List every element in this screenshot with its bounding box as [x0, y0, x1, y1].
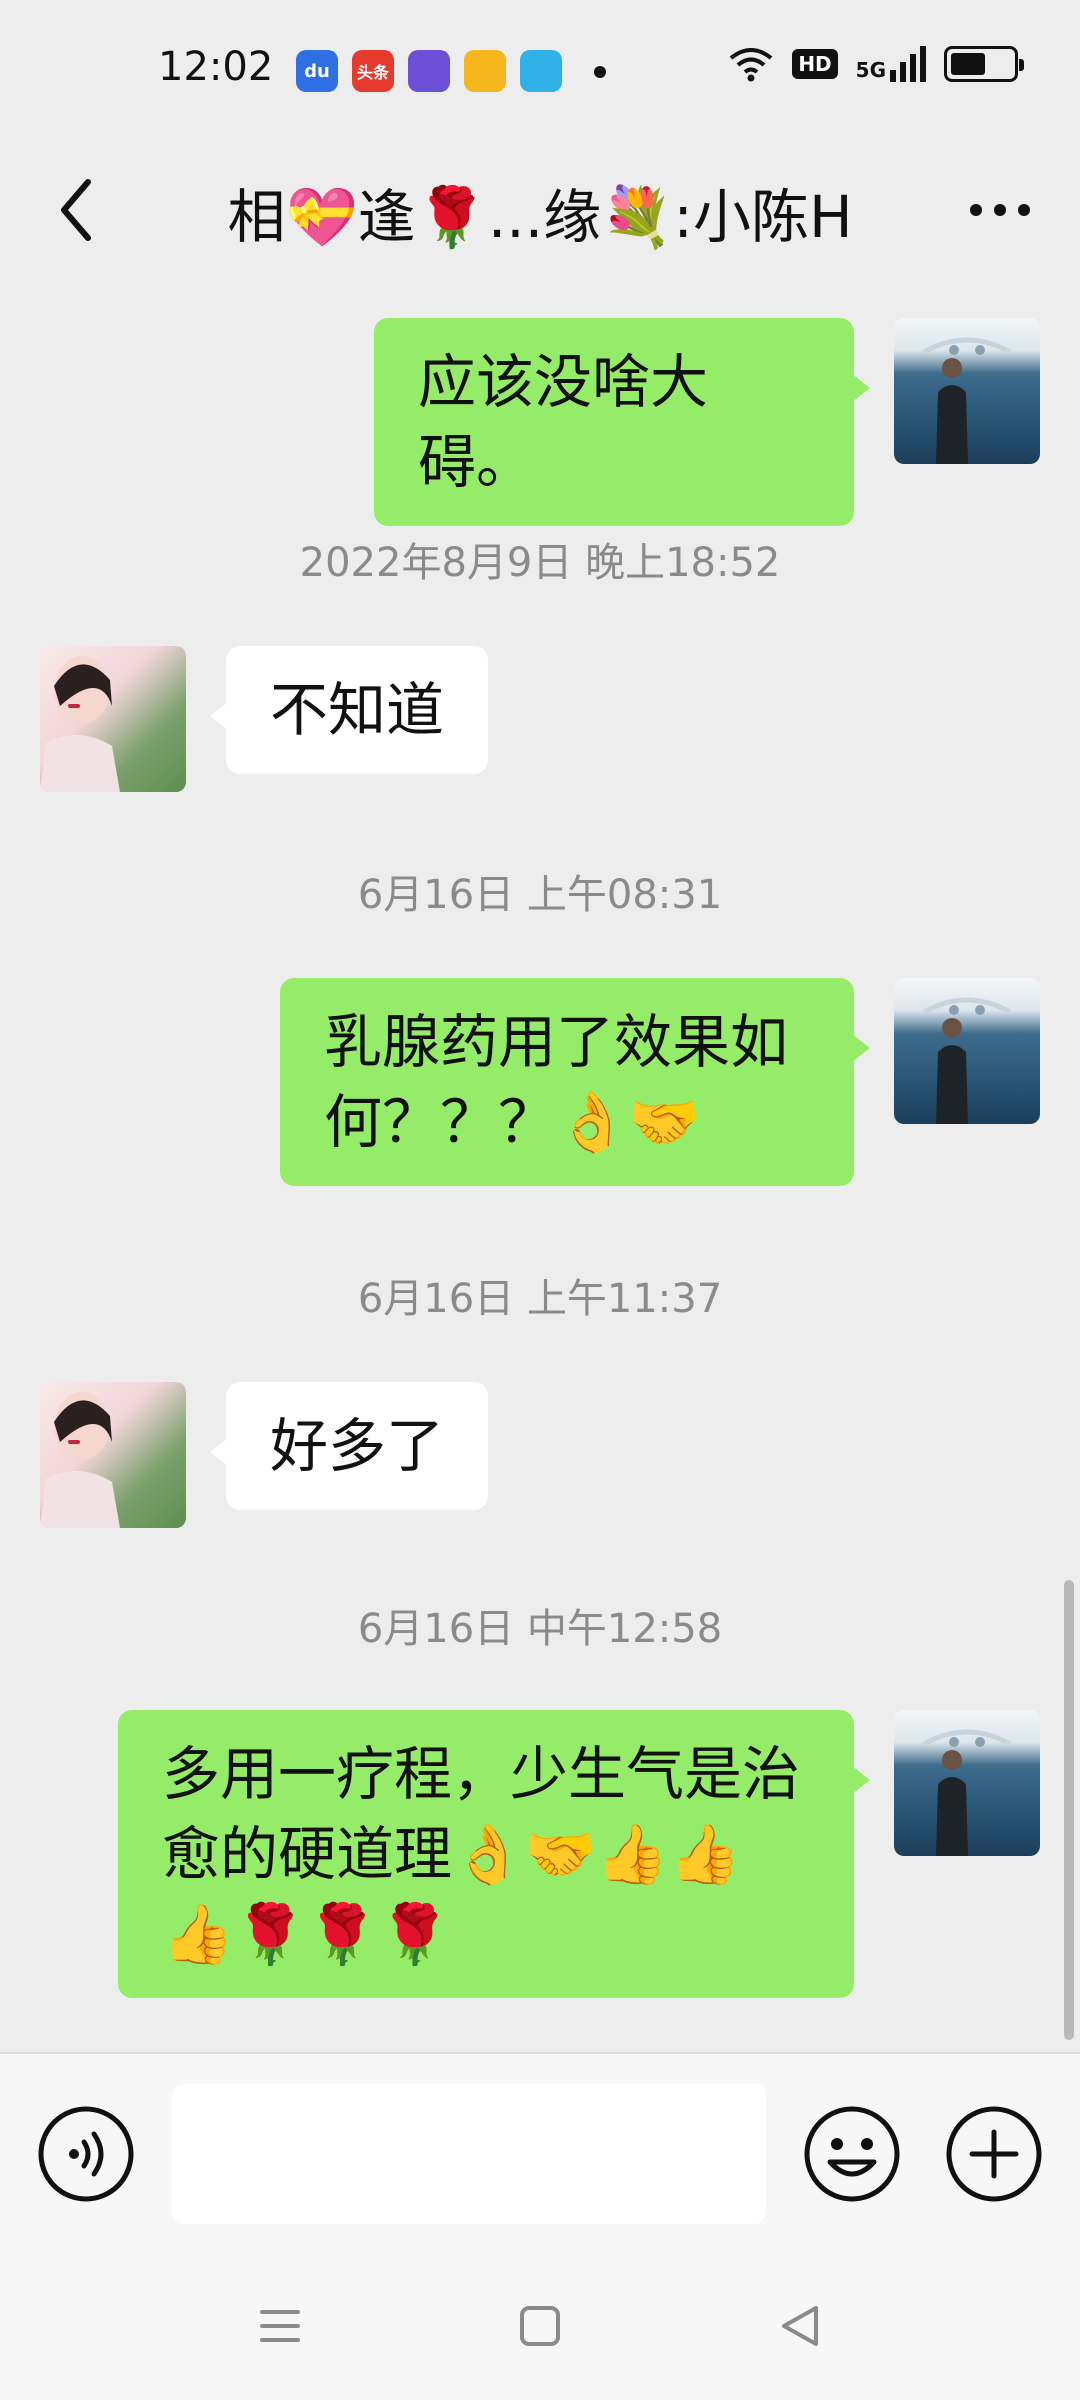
scrollbar[interactable] [1064, 1580, 1074, 2040]
back-arrow-icon[interactable] [48, 170, 108, 250]
my-avatar[interactable] [894, 318, 1040, 464]
person-portrait-icon [40, 656, 120, 792]
toutiao-app-icon: 头条 [352, 50, 394, 92]
message-bubble-incoming[interactable]: 不知道 [209, 646, 489, 774]
battery-level [951, 53, 985, 75]
signal-icon: 5G [856, 46, 926, 82]
wifi-icon [730, 48, 773, 82]
notification-icons: du 头条 [296, 50, 606, 92]
system-navigation-bar [0, 2252, 1080, 2400]
input-toolbar [0, 2052, 1080, 2252]
status-indicators: HD 5G [728, 46, 1024, 82]
network-type-label: 5G [855, 58, 886, 82]
emoji-icon[interactable] [802, 2104, 902, 2204]
video-app-icon [520, 50, 562, 92]
baidu-app-icon: du [296, 50, 338, 92]
menu-icon[interactable] [250, 2296, 310, 2356]
person-portrait-icon [40, 1392, 120, 1528]
my-avatar[interactable] [894, 1710, 1040, 1856]
timestamp: 6月16日 中午12:58 [357, 1606, 723, 1652]
contact-avatar[interactable] [40, 1382, 186, 1528]
message-bubble-incoming[interactable]: 好多了 [209, 1382, 489, 1510]
voice-input-icon[interactable] [36, 2104, 136, 2204]
status-bar: 12:02 du 头条 HD 5G [0, 0, 1080, 140]
hd-badge: HD [792, 49, 838, 79]
status-time: 12:02 [158, 44, 274, 90]
chat-title: 相💝逢🌹...缘💐:小陈H [227, 183, 853, 251]
add-attachment-icon[interactable] [944, 2104, 1044, 2204]
timestamp: 2022年8月9日 晚上18:52 [299, 540, 781, 586]
back-icon[interactable] [770, 2296, 830, 2356]
weibo-app-icon [464, 50, 506, 92]
timestamp: 6月16日 上午08:31 [357, 872, 723, 918]
message-bubble-outgoing[interactable]: 多用一疗程，少生气是治愈的硬道理👌🤝👍👍👍🌹🌹🌹 [118, 1710, 870, 1998]
timestamp: 6月16日 上午11:37 [357, 1276, 723, 1322]
more-notifications-dot-icon [594, 66, 606, 78]
person-silhouette-icon [922, 997, 1012, 1124]
my-avatar[interactable] [894, 978, 1040, 1124]
person-silhouette-icon [922, 337, 1012, 464]
purple-app-icon [408, 50, 450, 92]
chat-header: 相💝逢🌹...缘💐:小陈H [0, 140, 1080, 290]
home-icon[interactable] [510, 2296, 570, 2356]
more-options-icon[interactable] [960, 180, 1040, 240]
battery-icon [944, 46, 1024, 82]
message-list[interactable]: 应该没啥大碍。 2022年8月9日 晚上18:52 不知道 6月16日 上午08… [0, 290, 1080, 2050]
message-bubble-outgoing[interactable]: 乳腺药用了效果如何？？？👌🤝 [280, 978, 870, 1186]
contact-avatar[interactable] [40, 646, 186, 792]
person-silhouette-icon [922, 1729, 1012, 1856]
message-bubble-outgoing[interactable]: 应该没啥大碍。 [374, 318, 870, 526]
message-input[interactable] [172, 2084, 766, 2224]
